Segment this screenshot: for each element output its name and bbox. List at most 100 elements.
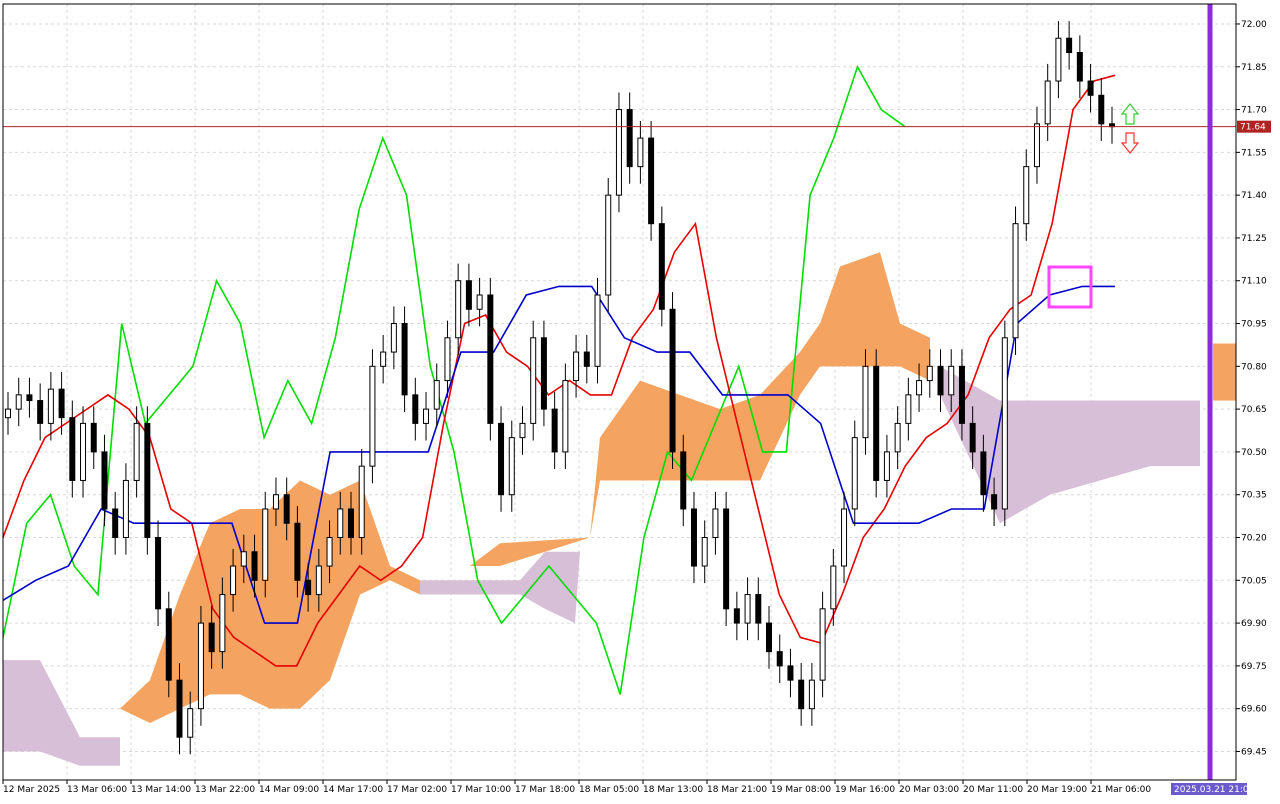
candle[interactable]	[937, 349, 944, 412]
candle-body	[37, 400, 44, 424]
candle-body	[476, 294, 483, 310]
candle[interactable]	[658, 206, 665, 327]
candle[interactable]	[723, 491, 730, 626]
candle[interactable]	[112, 491, 119, 555]
candle[interactable]	[605, 178, 612, 313]
candle[interactable]	[455, 263, 462, 355]
candle[interactable]	[1076, 35, 1083, 99]
candle-body	[894, 422, 901, 453]
candle[interactable]	[873, 349, 880, 498]
candle-body	[669, 308, 676, 453]
candle[interactable]	[701, 520, 708, 584]
candle-body	[498, 422, 505, 496]
candle[interactable]	[637, 120, 644, 184]
candle-body	[358, 465, 365, 539]
candle[interactable]	[1001, 320, 1008, 527]
candle[interactable]	[476, 277, 483, 327]
candle[interactable]	[519, 406, 526, 455]
candle[interactable]	[583, 334, 590, 384]
candle-body	[905, 394, 912, 424]
candle-body	[69, 417, 76, 481]
candle-body	[444, 337, 451, 382]
candle[interactable]	[551, 392, 558, 470]
candle[interactable]	[155, 520, 162, 626]
candle[interactable]	[733, 591, 740, 641]
candle[interactable]	[841, 491, 848, 584]
candle[interactable]	[562, 363, 569, 470]
candle[interactable]	[819, 591, 826, 698]
candle[interactable]	[1055, 21, 1062, 99]
candle-body	[980, 451, 987, 496]
x-tick-label: 14 Mar 09:00	[259, 785, 319, 795]
candle-body	[1066, 37, 1073, 53]
candle[interactable]	[755, 577, 762, 641]
candle[interactable]	[626, 92, 633, 184]
candle[interactable]	[433, 363, 440, 427]
candle-body	[1001, 337, 1008, 510]
candle-body	[1087, 80, 1094, 96]
candle[interactable]	[744, 577, 751, 641]
candle[interactable]	[787, 648, 794, 698]
candle[interactable]	[5, 392, 11, 435]
candle[interactable]	[530, 320, 537, 441]
x-tick-label: 17 Mar 02:00	[387, 785, 447, 795]
candle[interactable]	[894, 406, 901, 470]
candle[interactable]	[573, 334, 580, 398]
candle[interactable]	[798, 663, 805, 726]
candle[interactable]	[1023, 149, 1030, 241]
y-tick-label: 70.50	[1241, 448, 1267, 458]
candle[interactable]	[648, 120, 655, 241]
y-tick-label: 71.10	[1241, 277, 1267, 287]
candle-body	[165, 608, 172, 681]
candle-body	[401, 323, 408, 396]
candle[interactable]	[122, 463, 129, 555]
y-tick-label: 70.05	[1241, 576, 1267, 586]
candle[interactable]	[90, 406, 97, 470]
ichimoku-chart[interactable]: 71.64 2025.03.21 21:00 72.00 71.85 71.70 71.…	[0, 0, 1280, 800]
candle[interactable]	[369, 349, 376, 484]
candle[interactable]	[508, 420, 515, 512]
candle[interactable]	[712, 491, 719, 555]
candle[interactable]	[26, 377, 33, 418]
candle[interactable]	[15, 377, 22, 427]
x-tick-label: 20 Mar 11:00	[963, 785, 1023, 795]
candle[interactable]	[1012, 206, 1019, 355]
candle[interactable]	[380, 334, 387, 384]
candle[interactable]	[1066, 21, 1073, 70]
candle[interactable]	[133, 406, 140, 498]
candle[interactable]	[465, 263, 472, 327]
candle-body	[272, 494, 279, 510]
candle[interactable]	[47, 372, 54, 441]
candle-body	[262, 508, 269, 581]
candle[interactable]	[1087, 63, 1094, 113]
candle[interactable]	[197, 605, 204, 726]
candle[interactable]	[776, 634, 783, 684]
candle-body	[112, 508, 119, 538]
candle[interactable]	[690, 491, 697, 584]
chart-canvas[interactable]: 71.64 2025.03.21 21:00 72.00 71.85 71.70 71.…	[0, 0, 1280, 800]
candle[interactable]	[830, 548, 837, 626]
candle[interactable]	[540, 320, 547, 427]
candle[interactable]	[905, 377, 912, 441]
candle[interactable]	[390, 306, 397, 370]
candle[interactable]	[1044, 63, 1051, 141]
candle[interactable]	[615, 92, 622, 213]
candle-body	[1055, 37, 1062, 82]
candle[interactable]	[401, 306, 408, 412]
candle[interactable]	[1033, 106, 1040, 184]
candle[interactable]	[144, 406, 151, 555]
candle[interactable]	[423, 392, 430, 441]
candle[interactable]	[669, 292, 676, 470]
candle[interactable]	[808, 663, 815, 726]
candle[interactable]	[851, 420, 858, 527]
candle[interactable]	[80, 406, 87, 498]
candle[interactable]	[1098, 78, 1105, 141]
candle[interactable]	[412, 377, 419, 441]
candle[interactable]	[101, 434, 108, 527]
candle[interactable]	[883, 434, 890, 498]
candle[interactable]	[1109, 106, 1115, 144]
candle[interactable]	[487, 277, 494, 441]
candle[interactable]	[69, 400, 76, 498]
candle[interactable]	[498, 406, 505, 512]
candle[interactable]	[37, 383, 44, 441]
